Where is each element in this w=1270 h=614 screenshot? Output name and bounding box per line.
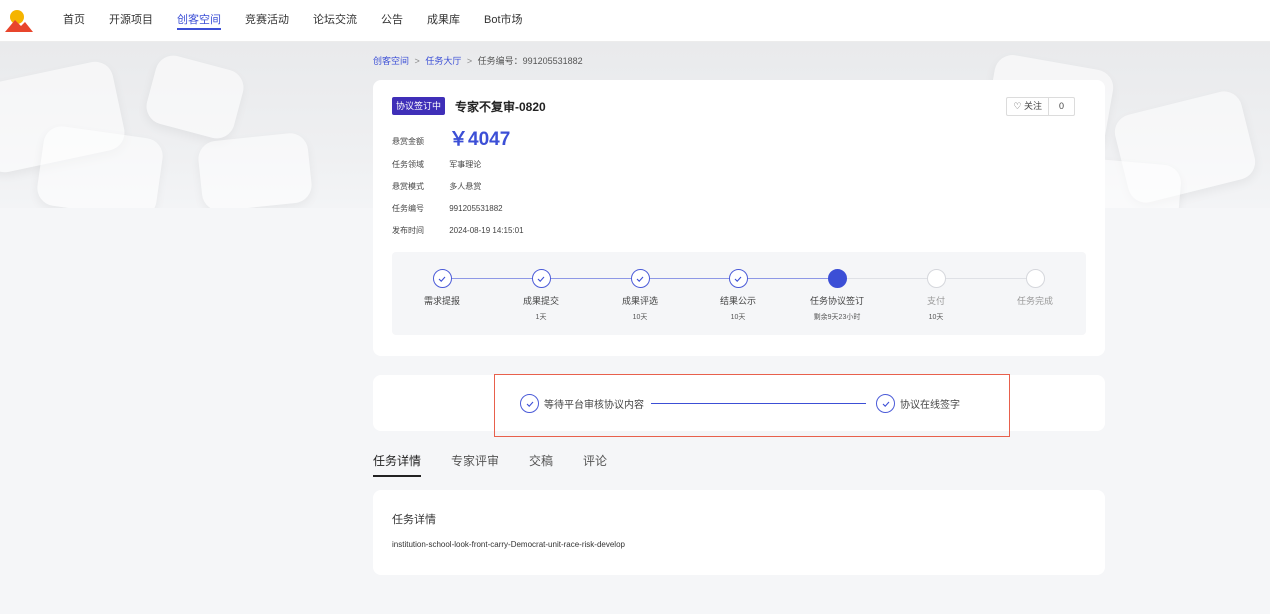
- progress-step: 需求提报: [402, 269, 482, 312]
- task-id-row: 任务编号 991205531882: [392, 203, 503, 214]
- nav-maker-space[interactable]: 创客空间: [177, 0, 221, 42]
- step-duration: 1天: [535, 314, 547, 321]
- mode-value: 多人悬赏: [449, 182, 482, 191]
- highlight-box: [494, 374, 1010, 437]
- heart-icon: ♡: [1013, 101, 1022, 111]
- current-step-dot: [827, 269, 847, 288]
- pending-step-dot: [926, 269, 946, 288]
- progress-step: 支付 10天: [896, 269, 976, 322]
- tab-submission[interactable]: 交稿: [529, 452, 553, 477]
- logo-icon[interactable]: [5, 8, 33, 32]
- check-icon: [630, 269, 650, 288]
- follow-label: 关注: [1023, 101, 1042, 111]
- step-duration: 10天: [928, 314, 944, 321]
- step-remaining-time: 剩余9天23小时: [813, 314, 861, 321]
- progress-step-current: 任务协议签订 剩余9天23小时: [797, 269, 877, 322]
- step-name: 需求提报: [423, 296, 460, 306]
- nav-home[interactable]: 首页: [63, 0, 85, 42]
- tab-task-detail[interactable]: 任务详情: [373, 452, 422, 477]
- breadcrumb: 创客空间 > 任务大厅 > 任务编号：991205531882: [373, 54, 583, 67]
- nav-bot-market[interactable]: Bot市场: [484, 0, 523, 42]
- reward-label: 悬赏金额: [392, 137, 424, 146]
- task-title: 专家不复审-0820: [455, 100, 546, 114]
- breadcrumb-current: 任务编号：991205531882: [477, 56, 583, 66]
- tab-comments[interactable]: 评论: [583, 452, 607, 477]
- follow-count: 0: [1058, 101, 1064, 111]
- nav-competitions[interactable]: 竞赛活动: [245, 0, 289, 42]
- reward-row: 悬赏金额: [392, 136, 447, 147]
- detail-text: institution-school-look-front-carry-Demo…: [392, 540, 625, 549]
- nav-open-source[interactable]: 开源项目: [109, 0, 153, 42]
- progress-line-todo: [847, 278, 1045, 279]
- domain-row: 任务领域 军事理论: [392, 159, 481, 170]
- progress-step: 成果提交 1天: [501, 269, 581, 322]
- nav-forum[interactable]: 论坛交流: [313, 0, 357, 42]
- follow-widget: ♡ 关注 0: [1006, 97, 1075, 116]
- publish-time-value: 2024-08-19 14:15:01: [449, 226, 524, 235]
- mode-label: 悬赏模式: [392, 182, 424, 191]
- step-name: 任务完成: [1016, 296, 1053, 306]
- domain-label: 任务领域: [392, 160, 424, 169]
- check-icon: [728, 269, 748, 288]
- status-badge: 协议签订中: [392, 97, 446, 115]
- publish-time-row: 发布时间 2024-08-19 14:15:01: [392, 225, 524, 236]
- progress-step: 任务完成: [995, 269, 1075, 312]
- step-name: 结果公示: [719, 296, 756, 306]
- task-id-value: 991205531882: [449, 204, 503, 213]
- step-name: 任务协议签订: [809, 296, 864, 306]
- check-icon: [531, 269, 551, 288]
- breadcrumb-separator: >: [466, 56, 473, 66]
- breadcrumb-separator: >: [414, 56, 420, 66]
- step-duration: 10天: [730, 314, 746, 321]
- nav-announcements[interactable]: 公告: [381, 0, 403, 42]
- task-progress: 需求提报 成果提交 1天 成果评选 10天 结果公示 10天 任务协议签订 剩余…: [392, 252, 1086, 335]
- tab-expert-review[interactable]: 专家评审: [451, 452, 499, 477]
- progress-step: 成果评选 10天: [600, 269, 680, 322]
- breadcrumb-task-hall[interactable]: 任务大厅: [425, 56, 461, 66]
- follow-button[interactable]: ♡ 关注: [1007, 98, 1049, 115]
- step-name: 成果评选: [621, 296, 658, 306]
- detail-tabs: 任务详情 专家评审 交稿 评论: [373, 452, 637, 477]
- nav-achievements[interactable]: 成果库: [427, 0, 460, 42]
- publish-time-label: 发布时间: [392, 226, 424, 235]
- step-name: 成果提交: [522, 296, 559, 306]
- task-detail-card: 任务详情 institution-school-look-front-carry…: [373, 490, 1105, 575]
- task-id-label: 任务编号: [392, 204, 424, 213]
- detail-title: 任务详情: [392, 514, 436, 526]
- breadcrumb-maker-space[interactable]: 创客空间: [373, 56, 409, 66]
- step-duration: 10天: [632, 314, 648, 321]
- task-info-card: 协议签订中 专家不复审-0820 ♡ 关注 0 悬赏金额 ￥4047 任务领域 …: [373, 80, 1105, 356]
- pending-step-dot: [1025, 269, 1045, 288]
- mode-row: 悬赏模式 多人悬赏: [392, 181, 481, 192]
- check-icon: [432, 269, 452, 288]
- domain-value: 军事理论: [449, 160, 482, 169]
- reward-amount: ￥4047: [449, 129, 511, 150]
- main-nav: 首页 开源项目 创客空间 竞赛活动 论坛交流 公告 成果库 Bot市场: [63, 0, 547, 42]
- step-name: 支付: [926, 296, 945, 306]
- progress-step: 结果公示 10天: [698, 269, 778, 322]
- top-navbar: 首页 开源项目 创客空间 竞赛活动 论坛交流 公告 成果库 Bot市场: [0, 0, 1270, 42]
